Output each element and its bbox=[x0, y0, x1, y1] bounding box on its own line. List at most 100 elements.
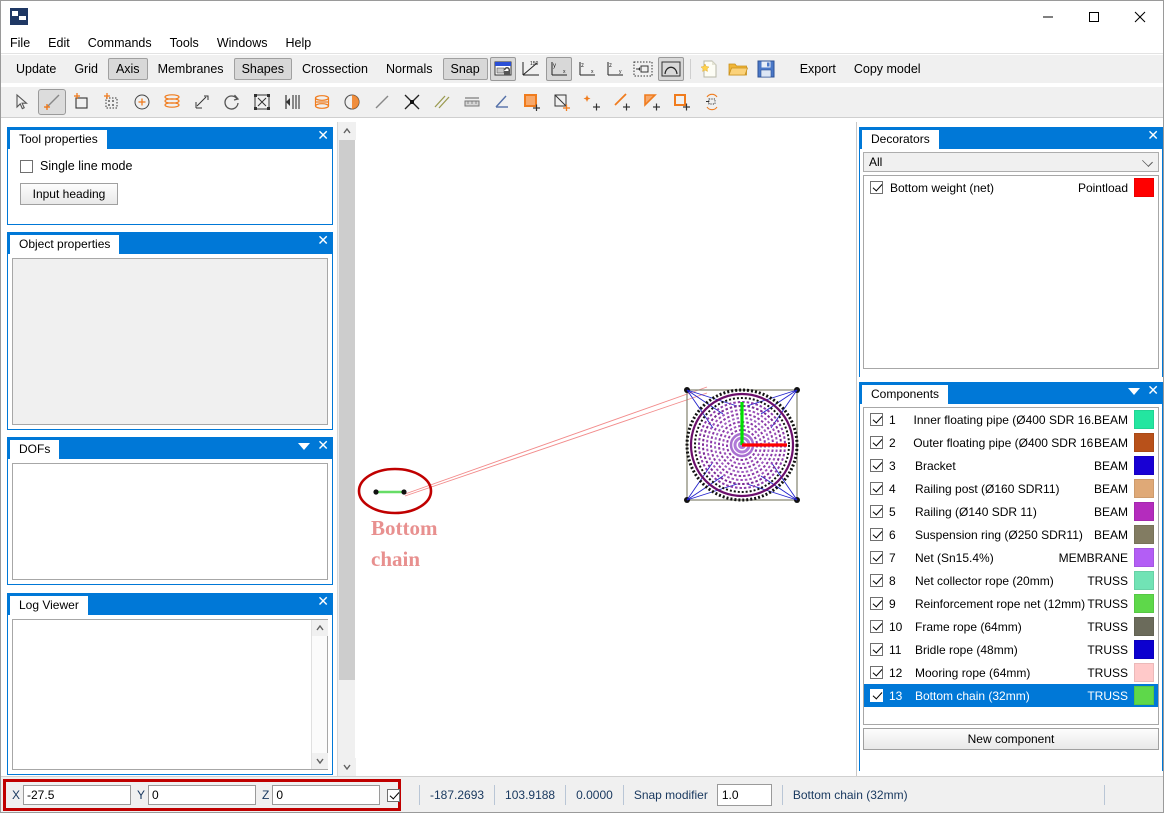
new-mesh-icon[interactable] bbox=[98, 89, 126, 115]
component-checkbox[interactable] bbox=[870, 413, 883, 426]
fill-square-icon[interactable] bbox=[518, 89, 546, 115]
snap-modifier-input[interactable] bbox=[716, 783, 772, 806]
menu-windows[interactable]: Windows bbox=[208, 34, 277, 52]
shape-view-icon[interactable] bbox=[657, 57, 684, 81]
component-checkbox[interactable] bbox=[870, 482, 883, 495]
component-checkbox[interactable] bbox=[870, 574, 883, 587]
component-row[interactable]: 4 Railing post (Ø160 SDR11) BEAM bbox=[864, 477, 1158, 500]
component-checkbox[interactable] bbox=[870, 643, 883, 656]
component-row[interactable]: 9 Reinforcement rope net (12mm) TRUSS bbox=[864, 592, 1158, 615]
single-line-mode-checkbox[interactable] bbox=[20, 159, 33, 173]
axis-zx-icon[interactable]: z x bbox=[574, 57, 600, 81]
close-icon[interactable]: ✕ bbox=[317, 129, 329, 143]
decorator-row[interactable]: Bottom weight (net) Pointload bbox=[864, 176, 1158, 199]
measure-icon[interactable] bbox=[458, 89, 486, 115]
component-checkbox[interactable] bbox=[870, 620, 883, 633]
menu-commands[interactable]: Commands bbox=[79, 34, 161, 52]
scroll-down-icon[interactable] bbox=[312, 753, 328, 769]
component-row[interactable]: 8 Net collector rope (20mm) TRUSS bbox=[864, 569, 1158, 592]
axis-zy-icon[interactable]: z y bbox=[602, 57, 628, 81]
close-icon[interactable]: ✕ bbox=[317, 595, 329, 609]
component-color-swatch[interactable] bbox=[1134, 479, 1154, 498]
menu-help[interactable]: Help bbox=[277, 34, 321, 52]
x-input[interactable] bbox=[23, 785, 132, 805]
model-viewport[interactable]: Bottom chain bbox=[357, 122, 857, 776]
component-checkbox[interactable] bbox=[870, 505, 883, 518]
dofs-list[interactable] bbox=[12, 463, 328, 580]
y-input[interactable] bbox=[148, 785, 257, 805]
close-button[interactable] bbox=[1117, 1, 1163, 32]
toolbar-membranes-button[interactable]: Membranes bbox=[150, 58, 232, 80]
component-row[interactable]: 12 Mooring rope (64mm) TRUSS bbox=[864, 661, 1158, 684]
input-heading-button[interactable]: Input heading bbox=[20, 183, 118, 205]
tool-properties-tab[interactable]: Tool properties bbox=[10, 130, 107, 149]
decorators-list[interactable]: Bottom weight (net) Pointload bbox=[863, 175, 1159, 369]
component-row[interactable]: 6 Suspension ring (Ø250 SDR11) BEAM bbox=[864, 523, 1158, 546]
component-row[interactable]: 2 Outer floating pipe (Ø400 SDR 16.7) BEAM bbox=[864, 431, 1158, 454]
scroll-down-icon[interactable] bbox=[338, 758, 356, 776]
scroll-up-icon[interactable] bbox=[338, 122, 356, 140]
add-square-icon[interactable] bbox=[668, 89, 696, 115]
extrude-icon[interactable] bbox=[158, 89, 186, 115]
component-checkbox[interactable] bbox=[870, 597, 883, 610]
decorator-color-swatch[interactable] bbox=[1134, 178, 1154, 197]
component-checkbox[interactable] bbox=[870, 459, 883, 472]
new-file-icon[interactable] bbox=[697, 57, 723, 81]
toolbar-update-button[interactable]: Update bbox=[8, 58, 64, 80]
dofs-tab[interactable]: DOFs bbox=[10, 440, 60, 459]
component-color-swatch[interactable] bbox=[1134, 502, 1154, 521]
angle-150-icon[interactable]: 150 bbox=[518, 57, 544, 81]
close-icon[interactable]: ✕ bbox=[1147, 129, 1159, 143]
close-icon[interactable]: ✕ bbox=[317, 439, 329, 453]
flip-normals-icon[interactable] bbox=[698, 89, 726, 115]
component-row[interactable]: 10 Frame rope (64mm) TRUSS bbox=[864, 615, 1158, 638]
scroll-up-icon[interactable] bbox=[312, 620, 328, 636]
component-color-swatch[interactable] bbox=[1134, 594, 1154, 613]
left-dock-scrollbar[interactable] bbox=[337, 122, 356, 776]
object-properties-tab[interactable]: Object properties bbox=[10, 235, 120, 254]
new-point-icon[interactable] bbox=[128, 89, 156, 115]
component-checkbox[interactable] bbox=[870, 551, 883, 564]
chevron-down-icon[interactable] bbox=[298, 442, 311, 450]
add-point-icon[interactable] bbox=[578, 89, 606, 115]
menu-file[interactable]: File bbox=[1, 34, 39, 52]
angle-icon[interactable] bbox=[488, 89, 516, 115]
close-icon[interactable]: ✕ bbox=[317, 234, 329, 248]
scrollbar-thumb[interactable] bbox=[339, 140, 355, 680]
toolbar-shapes-button[interactable]: Shapes bbox=[233, 58, 292, 80]
intersect-icon[interactable] bbox=[398, 89, 426, 115]
log-viewer-tab[interactable]: Log Viewer bbox=[10, 596, 88, 615]
toolbar-crossection-button[interactable]: Crossection bbox=[294, 58, 376, 80]
cylinder-icon[interactable] bbox=[308, 89, 336, 115]
draw-line-icon[interactable] bbox=[38, 89, 66, 115]
component-row[interactable]: 3 Bracket BEAM bbox=[864, 454, 1158, 477]
line-segment-icon[interactable] bbox=[368, 89, 396, 115]
move-icon[interactable] bbox=[188, 89, 216, 115]
component-color-swatch[interactable] bbox=[1134, 548, 1154, 567]
component-color-swatch[interactable] bbox=[1134, 433, 1154, 452]
toolbar-grid-button[interactable]: Grid bbox=[66, 58, 106, 80]
open-folder-icon[interactable] bbox=[725, 57, 751, 81]
close-icon[interactable]: ✕ bbox=[1147, 384, 1159, 398]
component-color-swatch[interactable] bbox=[1134, 640, 1154, 659]
rotate-icon[interactable] bbox=[218, 89, 246, 115]
copy-model-button[interactable]: Copy model bbox=[846, 58, 929, 80]
zoom-fit-icon[interactable] bbox=[630, 57, 656, 81]
component-checkbox[interactable] bbox=[870, 689, 883, 702]
export-button[interactable]: Export bbox=[792, 58, 844, 80]
new-component-button[interactable]: New component bbox=[863, 728, 1159, 750]
component-color-swatch[interactable] bbox=[1134, 686, 1154, 705]
decorators-tab[interactable]: Decorators bbox=[862, 130, 939, 149]
maximize-button[interactable] bbox=[1071, 1, 1117, 32]
components-list[interactable]: 1 Inner floating pipe (Ø400 SDR 16.7) BEAM… bbox=[863, 407, 1159, 725]
parallel-lines-icon[interactable] bbox=[428, 89, 456, 115]
add-triangle-icon[interactable] bbox=[638, 89, 666, 115]
component-checkbox[interactable] bbox=[870, 666, 883, 679]
decorator-checkbox[interactable] bbox=[870, 181, 883, 194]
menu-edit[interactable]: Edit bbox=[39, 34, 79, 52]
axis-yx-icon[interactable]: y x bbox=[545, 57, 572, 81]
add-line-icon[interactable] bbox=[608, 89, 636, 115]
component-color-swatch[interactable] bbox=[1134, 410, 1154, 429]
coordinate-lock-checkbox[interactable] bbox=[387, 788, 401, 802]
half-circle-icon[interactable] bbox=[338, 89, 366, 115]
